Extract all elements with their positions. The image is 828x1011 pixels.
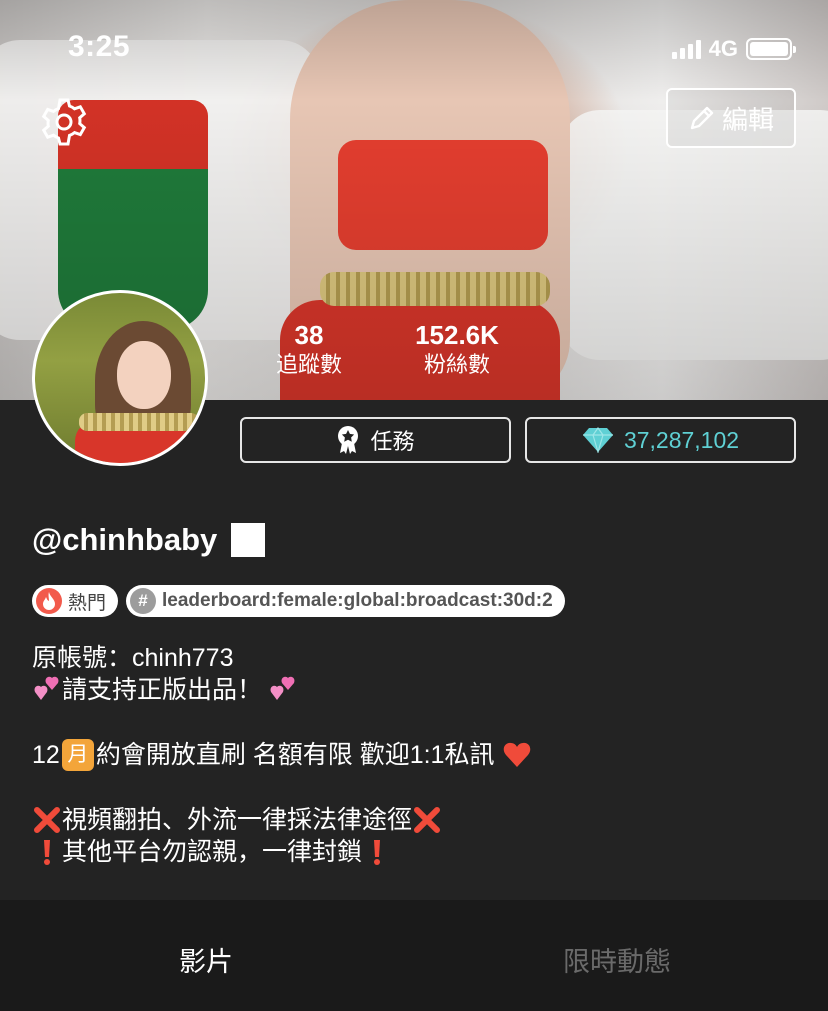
- bio-line-5-text: 其他平台勿認親，一律封鎖: [62, 838, 363, 866]
- tag-leaderboard-label: leaderboard:female:global:broadcast:30d:…: [162, 590, 553, 611]
- cross-mark-icon: [414, 807, 441, 833]
- tab-stories[interactable]: 限時動態: [563, 940, 671, 979]
- month-badge: 月: [61, 739, 94, 771]
- status-indicators: 4G: [671, 36, 796, 62]
- edit-profile-button[interactable]: 編輯: [666, 88, 796, 148]
- edit-label: 編輯: [721, 104, 774, 135]
- network-type: 4G: [708, 36, 738, 61]
- profile-tags: 熱門 # leaderboard:female:global:broadcast…: [32, 585, 565, 617]
- hash-icon: #: [130, 588, 157, 614]
- two-hearts-icon: [270, 676, 295, 700]
- avatar-tinsel: [79, 413, 199, 431]
- avatar[interactable]: [32, 290, 208, 466]
- followers-stat[interactable]: 152.6K 粉絲數: [412, 320, 502, 380]
- bio-line-3-prefix: 12: [32, 741, 60, 769]
- exclamation-mark-icon: [374, 840, 381, 865]
- avatar-face: [117, 341, 171, 409]
- settings-gear-icon[interactable]: [38, 96, 90, 148]
- bio-line-3-text: 約會開放直刷 名額有限 歡迎1:1私訊: [95, 741, 495, 769]
- bio-line-4: 視頻翻拍、外流一律採法律途徑: [32, 804, 532, 836]
- diamond-icon: [582, 427, 613, 453]
- tag-hot[interactable]: 熱門: [32, 585, 119, 617]
- diamond-count: 37,287,102: [623, 426, 740, 453]
- task-label: 任務: [370, 429, 415, 454]
- handle-row: @chinhbaby: [32, 522, 266, 558]
- two-hearts-icon: [34, 676, 59, 700]
- flame-icon: [36, 588, 62, 614]
- content-tab-bar: 影片 限時動態: [0, 900, 828, 1011]
- pencil-icon: [690, 106, 714, 130]
- bio-line-2-text: 請支持正版出品！: [62, 676, 263, 704]
- bio-line-4-text: 視頻翻拍、外流一律採法律途徑: [62, 806, 413, 834]
- bio-line-5: 其他平台勿認親，一律封鎖: [32, 836, 532, 868]
- status-time: 3:25: [68, 30, 131, 63]
- followers-count: 152.6K: [415, 320, 499, 350]
- bio-line-2: 請支持正版出品！: [32, 674, 532, 706]
- signal-icon: [671, 39, 701, 59]
- following-label: 追蹤數: [275, 352, 342, 377]
- red-heart-icon: [504, 742, 531, 767]
- battery-icon: [746, 38, 796, 60]
- task-button[interactable]: 任務: [240, 417, 511, 463]
- following-count: 38: [294, 320, 324, 350]
- cross-mark-icon: [34, 807, 60, 833]
- bio-line-1: 原帳號：chinh773: [32, 644, 234, 672]
- tag-hot-label: 熱門: [68, 592, 107, 614]
- diamond-balance-button[interactable]: 37,287,102: [525, 417, 796, 463]
- tag-leaderboard[interactable]: # leaderboard:female:global:broadcast:30…: [126, 585, 565, 617]
- followers-label: 粉絲數: [423, 352, 490, 377]
- bio-line-3: 12 月 約會開放直刷 名額有限 歡迎1:1私訊: [32, 739, 532, 771]
- tab-videos[interactable]: 影片: [179, 940, 233, 979]
- award-badge-icon: [338, 426, 359, 454]
- verified-placeholder-box: [231, 523, 266, 557]
- profile-bio: 原帳號：chinh773 請支持正版出品！ 12 月 約會開放直刷 名額有限 歡…: [32, 642, 532, 868]
- exclamation-mark-icon: [44, 840, 50, 865]
- username-handle: @chinhbaby: [32, 522, 218, 557]
- following-stat[interactable]: 38 追蹤數: [272, 320, 346, 380]
